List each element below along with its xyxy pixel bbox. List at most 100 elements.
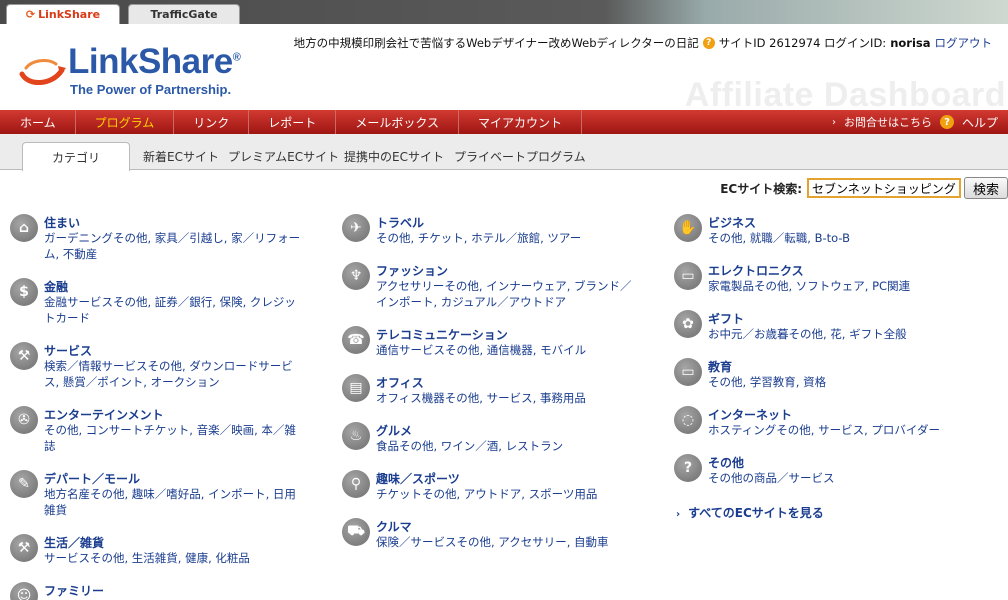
category-subs[interactable]: 金融サービスその他, 証券／銀行, 保険, クレジットカード — [44, 294, 306, 326]
laptop-icon: ▭ — [674, 358, 702, 386]
chevron-right-icon: › — [676, 509, 681, 520]
tab-trafficgate[interactable]: TrafficGate — [128, 4, 240, 24]
nav-mailbox[interactable]: メールボックス — [336, 110, 459, 134]
film-reel-icon: ✇ — [10, 406, 38, 434]
category-subs[interactable]: 保険／サービスその他, アクセサリー, 自動車 — [376, 534, 638, 550]
house-icon: ⌂ — [10, 214, 38, 242]
question-icon: ? — [674, 454, 702, 482]
category-subs[interactable]: アクセサリーその他, インナーウェア, ブランド／インポート, カジュアル／アウ… — [376, 278, 638, 310]
category-title[interactable]: インターネット — [708, 406, 792, 423]
tab-linkshare[interactable]: ⟳ LinkShare — [6, 4, 120, 24]
subtab-private-program[interactable]: プライベートプログラム — [454, 142, 586, 170]
help-icon[interactable]: ? — [939, 115, 954, 129]
category-title[interactable]: 趣味／スポーツ — [376, 470, 460, 487]
category-title[interactable]: デパート／モール — [44, 470, 140, 487]
subtab-partnered-sites[interactable]: 提携中のECサイト — [344, 142, 444, 170]
hammer-icon: ⚒ — [10, 534, 38, 562]
mobile-phone-icon: ☎ — [342, 326, 370, 354]
category-title[interactable]: 住まい — [44, 214, 80, 231]
nav-report[interactable]: レポート — [249, 110, 337, 134]
category-subs[interactable]: 食品その他, ワイン／酒, レストラン — [376, 438, 638, 454]
bicycle-icon: ⚲ — [342, 470, 370, 498]
search-label: ECサイト検索: — [720, 181, 802, 196]
nav-my-account[interactable]: マイアカウント — [459, 110, 582, 134]
account-info: 地方の中規模印刷会社で苦悩するWebデザイナー改めWebディレクターの日記 ? … — [294, 35, 992, 51]
category-title[interactable]: 生活／雑貨 — [44, 534, 104, 551]
category-subs[interactable]: 家電製品その他, ソフトウェア, PC関連 — [708, 278, 970, 294]
category-subs[interactable]: サービスその他, 生活雑貨, 健康, 化粧品 — [44, 550, 306, 566]
handshake-icon: ✋ — [674, 214, 702, 242]
subtab-new-sites[interactable]: 新着ECサイト — [143, 142, 219, 170]
help-link[interactable]: ヘルプ — [962, 114, 998, 131]
printer-icon: ▤ — [342, 374, 370, 402]
category-subs[interactable]: その他, 学習教育, 資格 — [708, 374, 970, 390]
category-title[interactable]: オフィス — [376, 374, 424, 391]
category-subs[interactable]: ホスティングその他, サービス, プロバイダー — [708, 422, 970, 438]
category-subs[interactable]: その他の商品／サービス — [708, 470, 970, 486]
monitor-icon: ▭ — [674, 262, 702, 290]
nav-right: › お問合せはこちら ? ヘルプ — [832, 114, 1008, 131]
tag-icon: ✎ — [10, 470, 38, 498]
category-subs[interactable]: 地方名産その他, 趣味／嗜好品, インポート, 日用雑貨 — [44, 486, 306, 518]
ec-site-search: ECサイト検索: 検索 — [720, 177, 1008, 199]
airplane-icon: ✈ — [342, 214, 370, 242]
category-title[interactable]: エレクトロニクス — [708, 262, 804, 279]
category-subs[interactable]: 通信サービスその他, 通信機器, モバイル — [376, 342, 638, 358]
shirt-icon: ♆ — [342, 262, 370, 290]
question-icon[interactable]: ? — [702, 37, 715, 49]
site-id-text: サイトID 2612974 ログインID: — [718, 36, 887, 50]
category-subs[interactable]: オフィス機器その他, サービス, 事務用品 — [376, 390, 638, 406]
subtab-category[interactable]: カテゴリ — [22, 142, 130, 171]
utensils-icon: ♨ — [342, 422, 370, 450]
contact-link[interactable]: お問合せはこちら — [844, 114, 932, 130]
search-button[interactable]: 検索 — [964, 177, 1008, 199]
category-title[interactable]: トラベル — [376, 214, 424, 231]
logo-word: LinkShare® — [68, 42, 241, 81]
swirl-icon — [19, 59, 66, 85]
all-sites-label: すべてのECサイトを見る — [688, 506, 824, 520]
category-subs[interactable]: その他, 就職／転職, B-to-B — [708, 230, 970, 246]
mouse-icon: ◌ — [674, 406, 702, 434]
category-title[interactable]: ファッション — [376, 262, 448, 279]
nav-link[interactable]: リンク — [174, 110, 250, 134]
category-subs[interactable]: ガーデニングその他, 家具／引越し, 家／リフォーム, 不動産 — [44, 230, 306, 262]
chevron-right-icon: › — [831, 116, 836, 128]
category-title[interactable]: 教育 — [708, 358, 732, 375]
category-title[interactable]: テレコミュニケーション — [376, 326, 508, 343]
tab-trafficgate-label: TrafficGate — [150, 8, 218, 21]
category-subs[interactable]: その他, チケット, ホテル／旅館, ツアー — [376, 230, 638, 246]
category-title[interactable]: その他 — [708, 454, 744, 471]
category-title[interactable]: ギフト — [708, 310, 744, 327]
logo-tagline: The Power of Partnership. — [70, 82, 232, 97]
site-name: 地方の中規模印刷会社で苦悩するWebデザイナー改めWebディレクターの日記 — [293, 36, 699, 50]
category-title[interactable]: エンターテインメント — [44, 406, 164, 423]
nav-home[interactable]: ホーム — [0, 110, 76, 134]
subtab-premium-sites[interactable]: プレミアムECサイト — [228, 142, 339, 170]
dollar-icon: $ — [10, 278, 38, 306]
page-header: LinkShare® The Power of Partnership. 地方の… — [0, 24, 1008, 114]
main-nav: ホーム プログラム リンク レポート メールボックス マイアカウント › お問合… — [0, 110, 1008, 134]
category-subs[interactable]: 検索／情報サービスその他, ダウンロードサービス, 懸賞／ポイント, オークショ… — [44, 358, 306, 390]
sub-nav: カテゴリ 新着ECサイト プレミアムECサイト 提携中のECサイト プライベート… — [0, 134, 1008, 171]
category-subs[interactable]: チケットその他, アウトドア, スポーツ用品 — [376, 486, 638, 502]
category-title[interactable]: クルマ — [376, 518, 412, 535]
login-id: norisa — [890, 36, 931, 50]
category-title[interactable]: サービス — [44, 342, 92, 359]
gift-icon: ✿ — [674, 310, 702, 338]
category-title[interactable]: ビジネス — [708, 214, 756, 231]
category-subs[interactable]: お中元／お歳暮その他, 花, ギフト全般 — [708, 326, 970, 342]
car-icon: ⛟ — [342, 518, 370, 546]
logout-link[interactable]: ログアウト — [935, 35, 993, 51]
category-subs[interactable]: その他, コンサートチケット, 音楽／映画, 本／雑誌 — [44, 422, 306, 454]
linkshare-logo[interactable]: LinkShare® The Power of Partnership. — [18, 42, 268, 98]
category-title[interactable]: 金融 — [44, 278, 68, 295]
nav-program[interactable]: プログラム — [76, 110, 175, 134]
all-sites-link[interactable]: › すべてのECサイトを見る — [676, 504, 824, 521]
browser-tab-strip: ⟳ LinkShare TrafficGate — [0, 0, 1008, 24]
category-title[interactable]: グルメ — [376, 422, 412, 439]
swoosh-icon: ⟳ — [25, 8, 36, 21]
category-title[interactable]: ファミリー — [44, 582, 104, 599]
hammer-icon: ⚒ — [10, 342, 38, 370]
tab-linkshare-label: LinkShare — [38, 8, 101, 21]
search-input[interactable] — [807, 178, 961, 198]
